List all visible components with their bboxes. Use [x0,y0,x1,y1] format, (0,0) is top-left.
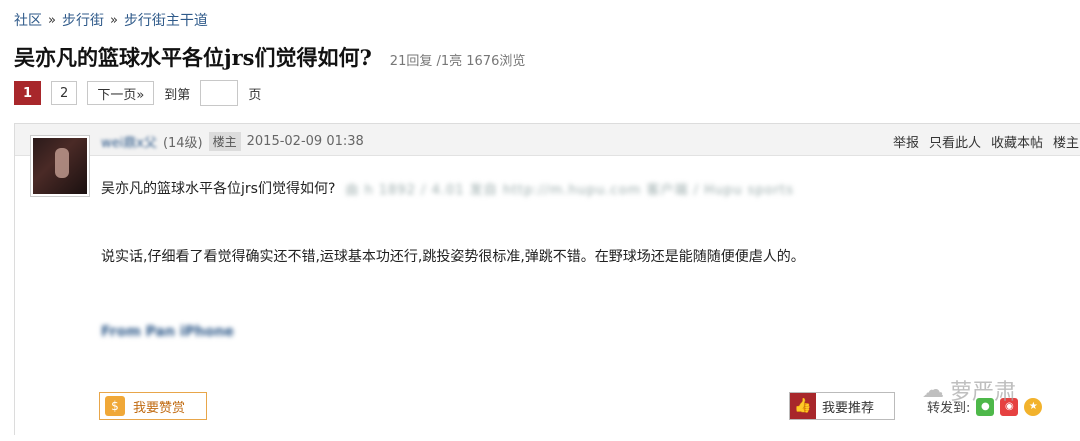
watermark-text: 萝严肃 [950,380,1017,405]
thread-stats: 21回复 /1亮 1676浏览 [389,54,526,69]
post-signature: From Pan iPhone [101,324,234,340]
avatar-image [33,138,87,194]
wechat-watermark-icon: ☁ [922,377,944,403]
avatar[interactable] [30,135,90,197]
breadcrumb-separator: » [109,12,118,28]
page-suffix-label: 页 [248,87,262,103]
user-level: (14级) [162,136,203,151]
post-actions: 举报 只看此人 收藏本帖 楼主 [893,132,1079,151]
next-page-button[interactable]: 下一页» [87,81,155,105]
breadcrumb-pedestrian-street[interactable]: 步行街 [62,10,104,30]
only-this-user-link[interactable]: 只看此人 [929,132,981,151]
post-meta: wei鼎x父 (14级) 楼主 2015-02-09 01:38 [101,132,364,151]
thread-header: 吴亦凡的篮球水平各位jrs们觉得如何? 21回复 /1亮 1676浏览 [14,42,525,72]
quote-title: 吴亦凡的篮球水平各位jrs们觉得如何? [101,181,336,197]
breadcrumb-main-board[interactable]: 步行街主干道 [124,10,208,30]
page-number-input[interactable] [200,80,239,106]
favorite-thread-link[interactable]: 收藏本帖 [991,132,1043,151]
post-content: 说实话,仔细看了看觉得确实还不错,运球基本功还行,跳投姿势很标准,弹跳不错。在野… [101,249,805,265]
thumbs-up-icon: 👍 [790,393,816,419]
page-2-button[interactable]: 2 [51,81,78,105]
breadcrumb: 社区 » 步行街 » 步行街主干道 [14,10,208,30]
reward-button[interactable]: $ 我要赞赏 [99,392,207,420]
post-timestamp: 2015-02-09 01:38 [246,134,364,149]
post-quote-line: 吴亦凡的篮球水平各位jrs们觉得如何? 由 h 1892 / 4.01 发自 h… [101,178,794,198]
post-username[interactable]: wei鼎x父 [101,132,157,151]
coin-icon: $ [105,396,125,416]
post-card: wei鼎x父 (14级) 楼主 2015-02-09 01:38 举报 只看此人… [14,123,1080,435]
op-badge: 楼主 [208,132,241,151]
thread-title: 吴亦凡的篮球水平各位jrs们觉得如何? [14,45,372,70]
breadcrumb-community[interactable]: 社区 [14,10,42,30]
watermark: ☁ 萝严肃 [922,374,1016,406]
recommend-label: 我要推荐 [822,400,875,416]
floor-label: 楼主 [1052,136,1079,151]
qzone-icon[interactable]: ★ [1024,397,1043,416]
pagination: 1 2 下一页» 到第 页 [14,80,261,106]
recommend-button[interactable]: 👍 我要推荐 [789,392,895,420]
reward-label: 我要赞赏 [133,400,186,416]
goto-label: 到第 [164,87,191,103]
quote-source-blurred: 由 h 1892 / 4.01 发自 http://m.hupu.com 客户端… [345,182,794,198]
page-1-button[interactable]: 1 [14,81,42,105]
breadcrumb-separator: » [48,12,56,28]
report-link[interactable]: 举报 [893,132,919,151]
